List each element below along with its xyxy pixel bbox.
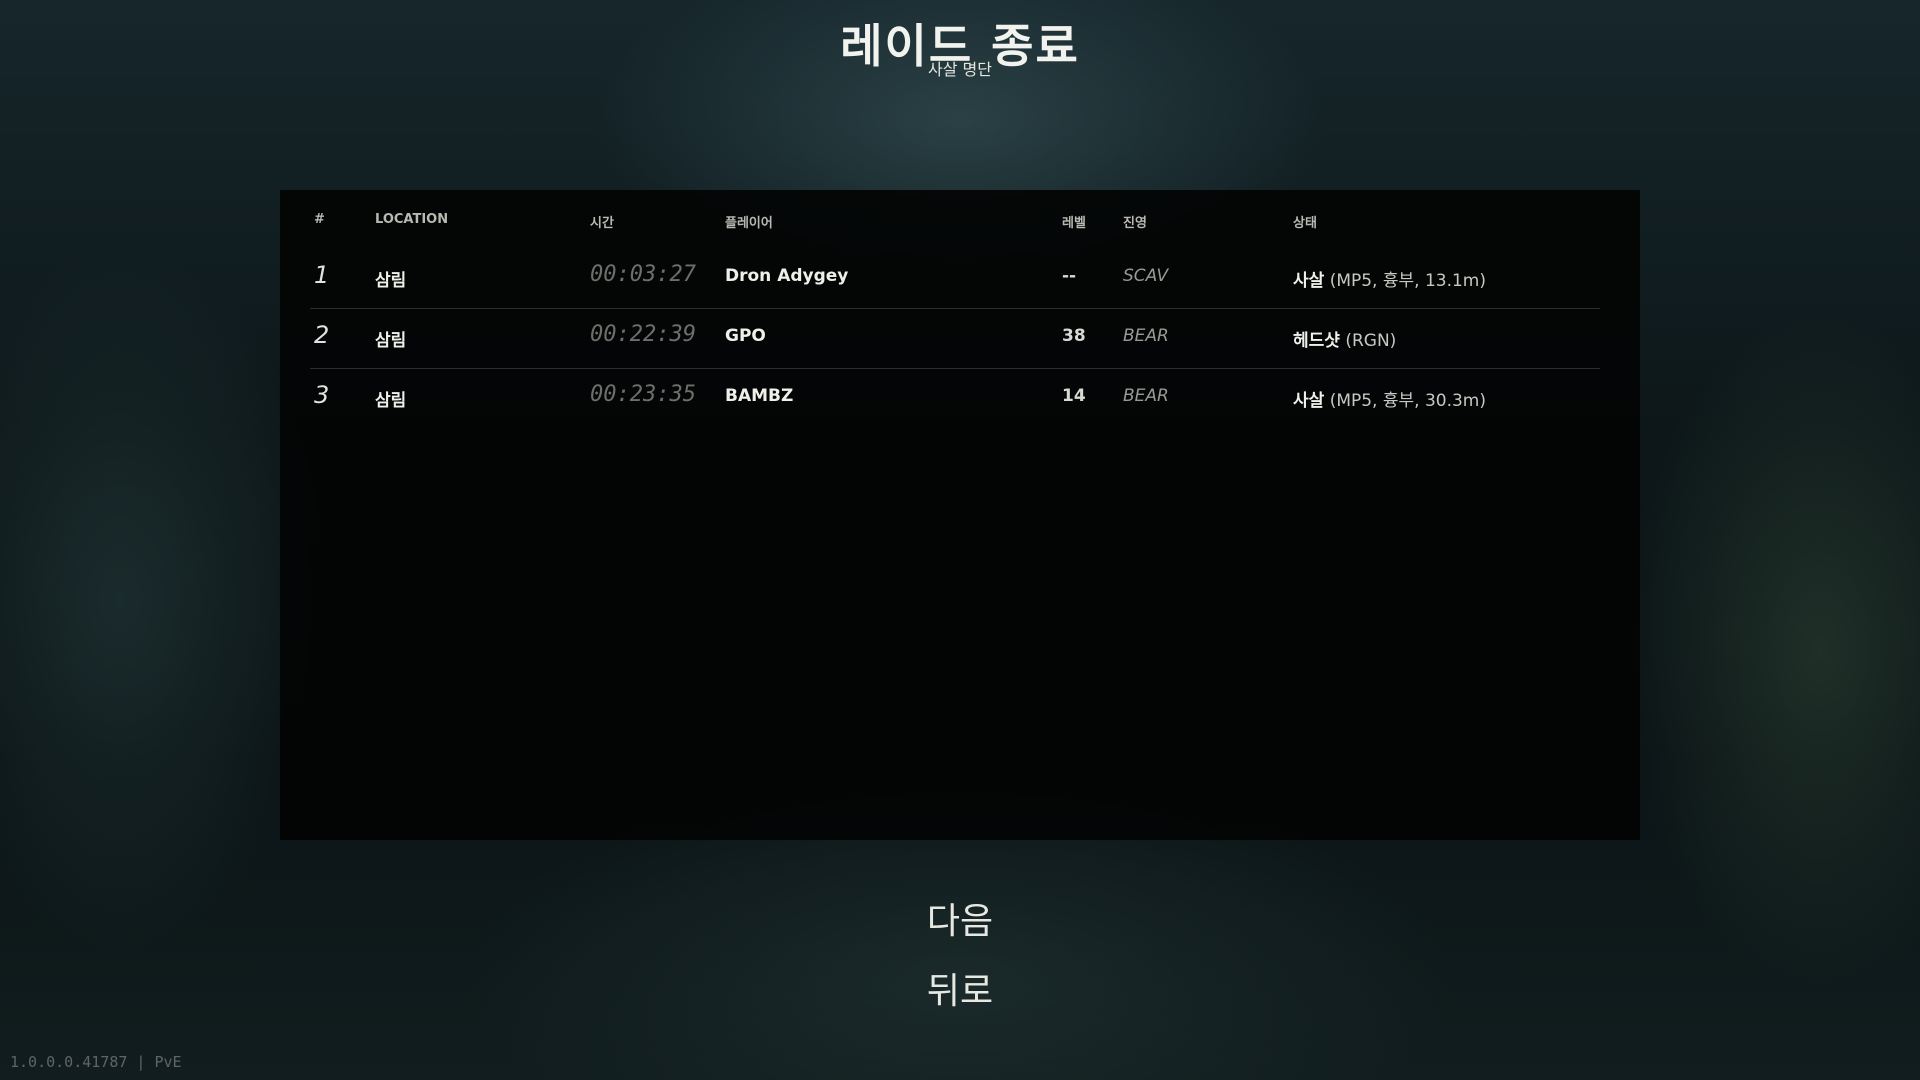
- column-header-location: LOCATION: [375, 212, 449, 227]
- row-faction: SCAV: [1123, 266, 1169, 286]
- row-level: --: [1062, 266, 1077, 286]
- row-player: GPO: [725, 326, 766, 346]
- row-status-main: 사살: [1293, 271, 1325, 291]
- row-time: 00:22:39: [590, 322, 696, 347]
- version-label: 1.0.0.0.41787 | PvE: [10, 1053, 182, 1071]
- row-status-detail: (RGN): [1345, 331, 1397, 351]
- back-button[interactable]: 뒤로: [860, 962, 1060, 1014]
- table-row: 2 삼림 00:22:39 GPO 38 BEAR 헤드샷 (RGN): [310, 308, 1600, 369]
- row-status: 사살 (MP5, 흉부, 13.1m): [1293, 266, 1486, 291]
- table-row: 3 삼림 00:23:35 BAMBZ 14 BEAR 사살 (MP5, 흉부,…: [310, 368, 1600, 428]
- row-location: 삼림: [375, 331, 407, 351]
- column-header-player: 플레이어: [725, 216, 773, 231]
- row-level: 38: [1062, 326, 1086, 346]
- row-player: BAMBZ: [725, 386, 794, 406]
- row-status: 헤드샷 (RGN): [1293, 326, 1396, 351]
- next-button[interactable]: 다음: [860, 892, 1060, 944]
- column-header-time: 시간: [590, 216, 614, 231]
- row-status-main: 사살: [1293, 391, 1325, 411]
- row-status-detail: (MP5, 흉부, 13.1m): [1329, 271, 1486, 291]
- table-row: 1 삼림 00:03:27 Dron Adygey -- SCAV 사살 (MP…: [310, 248, 1600, 309]
- kill-list-panel: # LOCATION 시간 플레이어 레벨 진영 상태 1 삼림 00:03:2…: [280, 190, 1640, 840]
- row-faction: BEAR: [1123, 386, 1169, 406]
- row-index: 2: [314, 321, 330, 349]
- row-time: 00:03:27: [590, 262, 696, 287]
- row-location: 삼림: [375, 271, 407, 291]
- page-subtitle: 사살 명단: [928, 60, 992, 79]
- row-time: 00:23:35: [590, 382, 696, 407]
- row-status: 사살 (MP5, 흉부, 30.3m): [1293, 386, 1486, 411]
- column-header-index: #: [314, 212, 325, 227]
- row-location: 삼림: [375, 391, 407, 411]
- column-header-status: 상태: [1293, 216, 1317, 231]
- column-header-faction: 진영: [1123, 216, 1147, 231]
- row-status-detail: (MP5, 흉부, 30.3m): [1329, 391, 1486, 411]
- row-index: 1: [314, 261, 330, 289]
- column-header-level: 레벨: [1062, 216, 1086, 231]
- row-status-main: 헤드샷: [1293, 331, 1340, 351]
- row-index: 3: [314, 381, 330, 409]
- row-level: 14: [1062, 386, 1086, 406]
- row-player: Dron Adygey: [725, 266, 849, 286]
- row-faction: BEAR: [1123, 326, 1169, 346]
